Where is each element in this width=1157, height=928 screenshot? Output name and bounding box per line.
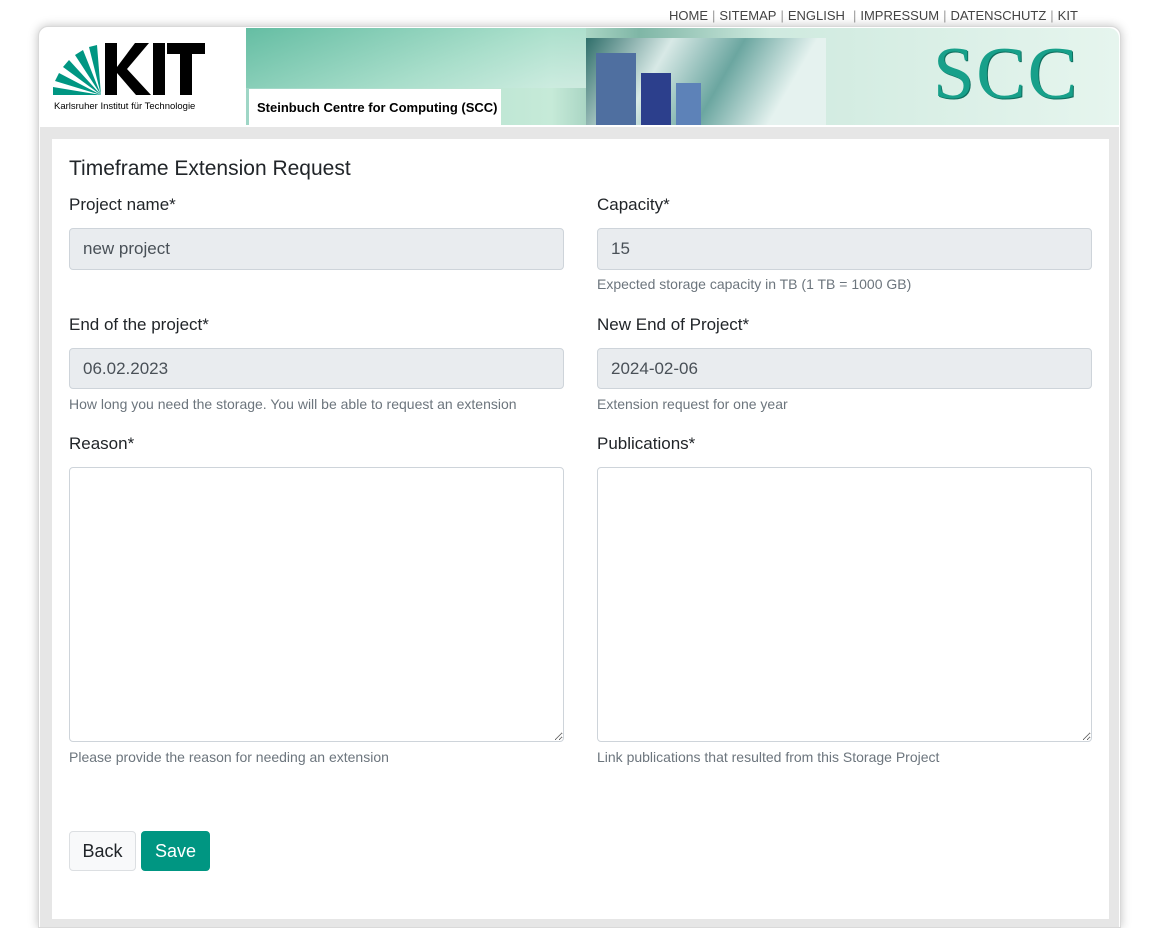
publications-help: Link publications that resulted from thi… xyxy=(597,749,940,765)
capacity-help: Expected storage capacity in TB (1 TB = … xyxy=(597,276,912,292)
kit-logo-caption: Karlsruher Institut für Technologie xyxy=(54,101,196,112)
page-title: Timeframe Extension Request xyxy=(69,157,351,180)
page-frame: Karlsruher Institut für Technologie SCC … xyxy=(38,26,1121,928)
banner-decoration xyxy=(596,53,636,125)
publications-textarea[interactable] xyxy=(597,467,1092,742)
new-end-of-project-help: Extension request for one year xyxy=(597,396,788,412)
nav-datenschutz-link[interactable]: DATENSCHUTZ xyxy=(950,8,1046,23)
reason-help: Please provide the reason for needing an… xyxy=(69,749,389,765)
nav-english-link[interactable]: ENGLISH xyxy=(788,8,845,23)
banner-decoration xyxy=(246,28,586,88)
site-subtitle: Steinbuch Centre for Computing (SCC) xyxy=(257,100,498,115)
nav-separator: | xyxy=(852,8,857,23)
subtitle-box: Steinbuch Centre for Computing (SCC) xyxy=(249,89,501,125)
nav-impressum-link[interactable]: IMPRESSUM xyxy=(860,8,939,23)
publications-label: Publications* xyxy=(597,434,696,453)
reason-textarea[interactable] xyxy=(69,467,564,742)
project-name-label: Project name* xyxy=(69,195,176,214)
nav-separator: | xyxy=(780,8,784,23)
scc-logo: SCC xyxy=(933,33,1079,115)
capacity-input[interactable]: 15 xyxy=(597,228,1092,270)
banner-decoration xyxy=(676,83,701,125)
kit-logo[interactable]: Karlsruher Institut für Technologie xyxy=(51,41,231,116)
nav-home-link[interactable]: HOME xyxy=(669,8,708,23)
new-end-of-project-label: New End of Project* xyxy=(597,315,750,334)
save-button[interactable]: Save xyxy=(141,831,210,871)
nav-kit-link[interactable]: KIT xyxy=(1058,8,1078,23)
back-button[interactable]: Back xyxy=(69,831,136,871)
nav-separator: | xyxy=(712,8,716,23)
banner-decoration xyxy=(641,73,671,125)
end-of-project-input[interactable]: 06.02.2023 xyxy=(69,348,564,389)
new-end-of-project-input[interactable]: 2024-02-06 xyxy=(597,348,1092,389)
top-navigation: HOME | SITEMAP | ENGLISH | IMPRESSUM | DATENSCHU… xyxy=(669,8,1078,23)
header: Karlsruher Institut für Technologie SCC … xyxy=(39,27,1120,127)
kit-logo-mark xyxy=(53,43,205,95)
nav-separator: | xyxy=(943,8,947,23)
end-of-project-help: How long you need the storage. You will … xyxy=(69,396,517,412)
form-container: Timeframe Extension Request Project name… xyxy=(52,139,1109,919)
end-of-project-label: End of the project* xyxy=(69,315,209,334)
reason-label: Reason* xyxy=(69,434,135,453)
project-name-input[interactable]: new project xyxy=(69,228,564,270)
capacity-label: Capacity* xyxy=(597,195,670,214)
content-frame: Timeframe Extension Request Project name… xyxy=(40,127,1119,927)
nav-sitemap-link[interactable]: SITEMAP xyxy=(719,8,776,23)
nav-separator: | xyxy=(1050,8,1054,23)
